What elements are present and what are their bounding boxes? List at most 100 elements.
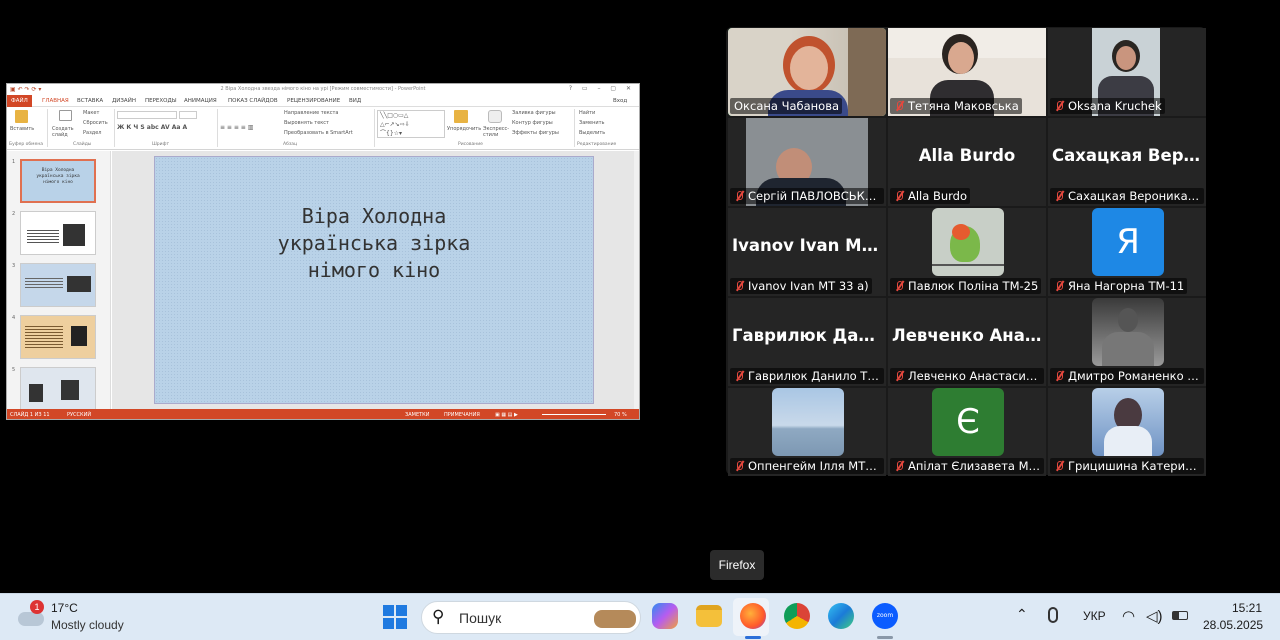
battery-icon[interactable] xyxy=(1172,611,1188,620)
file-explorer-icon[interactable] xyxy=(696,605,722,627)
volume-icon[interactable]: ◁) xyxy=(1146,607,1163,625)
signin-link[interactable]: Вход xyxy=(613,96,627,106)
language-status[interactable]: РУССКИЙ xyxy=(67,409,91,419)
zoom-icon[interactable]: zoom xyxy=(872,603,898,629)
participant-tile[interactable]: Дмитро Романенко Г... xyxy=(1048,298,1206,386)
participant-tile[interactable]: Оксана Чабанова xyxy=(728,28,886,116)
participant-tile[interactable]: Oksana Kruchek xyxy=(1048,28,1206,116)
quick-styles-button[interactable]: Экспресс-стили xyxy=(483,126,511,138)
weather-widget[interactable]: 1 xyxy=(18,600,46,626)
align-text-button[interactable]: Выровнять текст xyxy=(284,120,329,126)
font-format-buttons[interactable]: Ж К Ч S abc AV Аа A xyxy=(117,124,187,131)
edge-icon[interactable] xyxy=(828,603,854,629)
windows-start-icon[interactable] xyxy=(383,605,407,629)
wifi-icon[interactable]: ◠ xyxy=(1122,607,1135,625)
participant-name: Oksana Kruchek xyxy=(1050,98,1165,114)
font-size-box[interactable] xyxy=(179,111,197,119)
clock-date[interactable]: 28.05.2025 xyxy=(1203,618,1263,632)
weather-temp[interactable]: 17°C xyxy=(51,601,78,615)
tab-design[interactable]: ДИЗАЙН xyxy=(112,96,136,106)
participant-tile[interactable]: Alla Burdo Alla Burdo xyxy=(888,118,1046,206)
participant-tile[interactable]: Грицишина Катерина... xyxy=(1048,388,1206,476)
smartart-button[interactable]: Преобразовать в SmartArt xyxy=(284,130,353,136)
zoom-level[interactable]: 70 % xyxy=(614,409,627,419)
participant-name: Alla Burdo xyxy=(890,188,970,204)
shape-outline-button[interactable]: Контур фигуры xyxy=(512,120,553,126)
taskbar-search[interactable]: ⚲ Пошук xyxy=(421,601,641,634)
participant-tile[interactable]: Сергій ПАВЛОВСЬКИЙ xyxy=(728,118,886,206)
weather-condition[interactable]: Mostly cloudy xyxy=(51,618,124,632)
clock-time[interactable]: 15:21 xyxy=(1232,601,1262,615)
mic-muted-icon xyxy=(894,190,904,202)
comments-button[interactable]: ПРИМЕЧАНИЯ xyxy=(444,409,480,419)
slide-editing-area[interactable]: Віра Холодна українська зірка німого кін… xyxy=(112,151,634,409)
shapes-gallery[interactable]: ╲╲□○▭△ △⌐↗↘⇨⇩ ⌒{}☆▾ xyxy=(377,110,445,138)
participant-tile[interactable]: Ivanov Ivan MT... Ivanov Ivan MT 33 a) xyxy=(728,208,886,296)
thumb-photo xyxy=(29,384,43,402)
parrot-head xyxy=(952,224,970,240)
mic-muted-icon xyxy=(734,370,744,382)
tab-review[interactable]: РЕЦЕНЗИРОВАНИЕ xyxy=(287,96,340,106)
slide-thumb-1[interactable]: Віра Холодна українська зірка німого кін… xyxy=(20,159,96,203)
paste-icon[interactable] xyxy=(15,110,28,123)
slide-thumbnails-pane[interactable]: 1 Віра Холодна українська зірка німого к… xyxy=(7,151,111,411)
participant-tile[interactable]: Левченко Анас... Левченко Анастасия ... xyxy=(888,298,1046,386)
arrange-icon[interactable] xyxy=(454,110,468,123)
participant-tile[interactable]: Павлюк Поліна ТМ-25 xyxy=(888,208,1046,296)
shape-effects-button[interactable]: Эффекты фигуры xyxy=(512,130,559,136)
reset-button[interactable]: Сбросить xyxy=(83,120,108,126)
tab-view[interactable]: ВИД xyxy=(349,96,361,106)
participant-tile[interactable]: Сахацкая Веро... Сахацкая Вероника Т... xyxy=(1048,118,1206,206)
zoom-slider[interactable] xyxy=(542,414,606,415)
vertical-scrollbar[interactable] xyxy=(634,151,639,409)
participant-display-name: Гаврилюк Дан... xyxy=(732,326,886,345)
arrange-button[interactable]: Упорядочить xyxy=(447,126,481,132)
slide-thumb-4[interactable] xyxy=(20,315,96,359)
tab-home[interactable]: ГЛАВНАЯ xyxy=(42,96,69,106)
participant-tile[interactable]: Гаврилюк Дан... Гаврилюк Данило ТМ... xyxy=(728,298,886,386)
background-door xyxy=(848,28,886,116)
mic-muted-icon xyxy=(1054,280,1064,292)
tab-transitions[interactable]: ПЕРЕХОДЫ xyxy=(145,96,177,106)
chevron-up-icon[interactable]: ⌃ xyxy=(1016,606,1028,623)
find-button[interactable]: Найти xyxy=(579,110,595,116)
slide-title-line: німого кіно xyxy=(307,258,441,282)
window-controls[interactable]: ? ▭ – ▢ ✕ xyxy=(569,85,635,92)
participant-tile[interactable]: Є Апілат Єлизавета МТ-... xyxy=(888,388,1046,476)
replace-button[interactable]: Заменить xyxy=(579,120,605,126)
shape-fill-button[interactable]: Заливка фигуры xyxy=(512,110,556,116)
participant-tile[interactable]: Я Яна Нагорна ТМ-11 xyxy=(1048,208,1206,296)
taskbar: 1 17°C Mostly cloudy ⚲ Пошук zoom ⌃ УКР … xyxy=(0,593,1280,640)
language-indicator[interactable]: УКР xyxy=(1083,609,1106,623)
slide-thumb-5[interactable] xyxy=(20,367,96,411)
quick-styles-icon[interactable] xyxy=(488,110,502,123)
tab-file[interactable]: ФАЙЛ xyxy=(7,95,32,107)
tab-animation[interactable]: АНИМАЦИЯ xyxy=(184,96,217,106)
slide-title[interactable]: Віра Холодна українська зірка німого кін… xyxy=(155,203,593,284)
paste-button[interactable]: Вставить xyxy=(10,126,34,132)
participant-tile[interactable]: Оппенгейм Ілля МТс-... xyxy=(728,388,886,476)
microphone-icon[interactable] xyxy=(1048,607,1058,623)
font-name-box[interactable] xyxy=(117,111,177,119)
new-slide-icon[interactable] xyxy=(59,110,72,121)
current-slide[interactable]: Віра Холодна українська зірка німого кін… xyxy=(154,156,594,404)
slide-thumb-3[interactable] xyxy=(20,263,96,307)
powerpoint-window[interactable]: 2 Віра Холодна звезда німого кіно на урі… xyxy=(6,83,640,420)
notes-button[interactable]: ЗАМЕТКИ xyxy=(405,409,429,419)
copilot-icon[interactable] xyxy=(652,603,678,629)
select-button[interactable]: Выделить xyxy=(579,130,605,136)
paragraph-buttons[interactable]: ≡ ≡ ≡ ≡ ▥ xyxy=(220,124,253,131)
participant-tile[interactable]: Тетяна Маковська xyxy=(888,28,1046,116)
firefox-icon[interactable] xyxy=(740,603,766,629)
tab-slideshow[interactable]: ПОКАЗ СЛАЙДОВ xyxy=(228,96,278,106)
slide-thumb-2[interactable] xyxy=(20,211,96,255)
text-direction-button[interactable]: Направление текста xyxy=(284,110,338,116)
divider xyxy=(574,109,575,147)
layout-button[interactable]: Макет xyxy=(83,110,99,116)
chrome-icon[interactable] xyxy=(784,603,810,629)
quick-access-icons[interactable]: ▣ ↶ ↷ ⟳ ▾ xyxy=(10,86,41,93)
section-button[interactable]: Раздел xyxy=(83,130,101,136)
new-slide-button[interactable]: Создать слайд xyxy=(52,126,78,138)
view-buttons[interactable]: ▣ ▦ ▤ ▶ xyxy=(495,409,518,419)
tab-insert[interactable]: ВСТАВКА xyxy=(77,96,103,106)
